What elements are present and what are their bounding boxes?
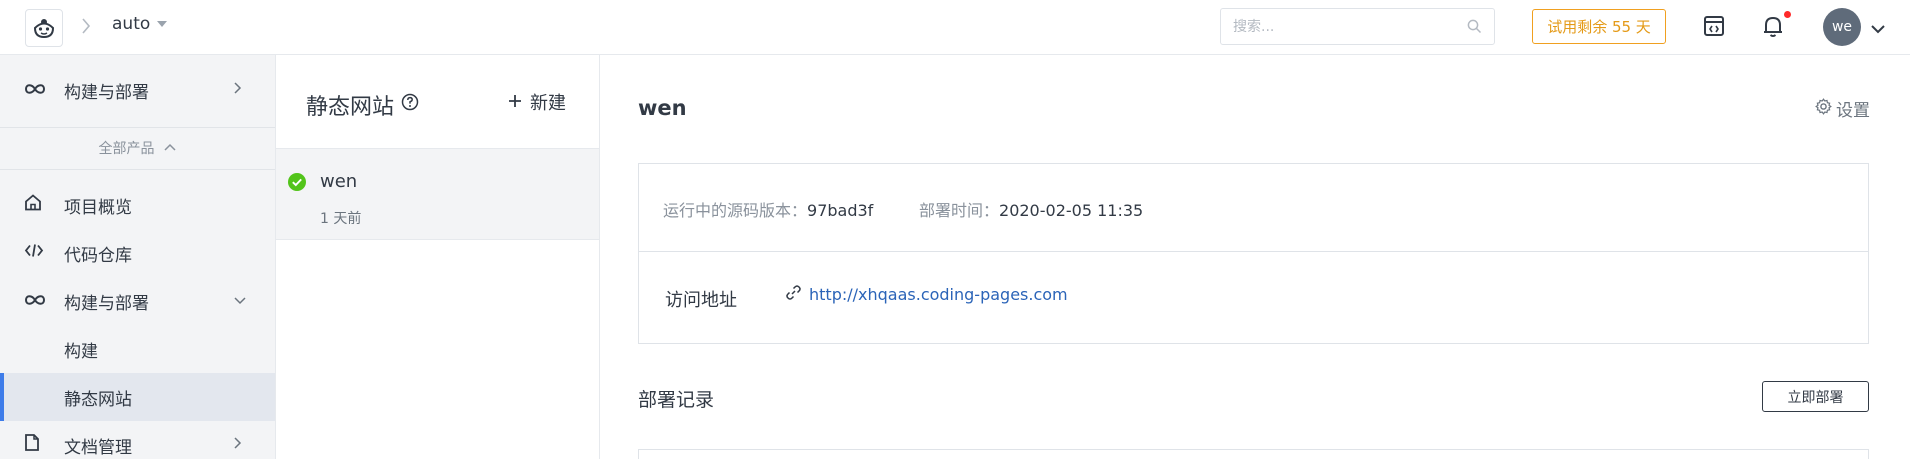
bell-icon[interactable]: [1762, 14, 1784, 43]
sidebar: 构建与部署 全部产品 项目概览 代码仓库 构建与部署 构建 静态网站 文档管理: [0, 55, 276, 459]
infinity-icon: [24, 80, 46, 100]
workspace-icon[interactable]: [1702, 14, 1726, 43]
site-list-item[interactable]: wen 1 天前: [276, 148, 599, 240]
sidebar-item-label: 构建: [64, 341, 98, 362]
search-box[interactable]: [1220, 8, 1495, 45]
source-version-label: 运行中的源码版本：: [663, 201, 808, 220]
source-version: 运行中的源码版本：97bad3f: [663, 197, 873, 221]
sidebar-item-overview[interactable]: 项目概览: [0, 181, 275, 229]
deploy-records-title: 部署记录: [638, 389, 715, 411]
chevron-right-icon: [233, 435, 243, 455]
search-input[interactable]: [1221, 9, 1451, 44]
chevron-up-icon: [163, 140, 177, 156]
new-site-label: 新建: [530, 93, 566, 114]
notification-dot: [1783, 10, 1792, 19]
plus-icon: [508, 92, 522, 113]
coding-logo-icon[interactable]: [25, 9, 63, 47]
all-products-toggle[interactable]: 全部产品: [0, 127, 275, 169]
gear-icon: [1815, 97, 1832, 120]
sidebar-item-label: 静态网站: [64, 389, 132, 410]
deploy-now-button[interactable]: 立即部署: [1762, 381, 1869, 412]
new-site-button[interactable]: 新建: [508, 89, 566, 115]
sidebar-item-build-deploy[interactable]: 构建与部署: [0, 277, 275, 325]
chevron-down-icon[interactable]: [1870, 20, 1886, 40]
sidebar-item-docs[interactable]: 文档管理: [0, 421, 275, 459]
settings-button[interactable]: 设置: [1815, 96, 1870, 121]
sidebar-item-label: 构建与部署: [64, 82, 149, 103]
avatar[interactable]: we: [1823, 8, 1861, 46]
source-version-value: 97bad3f: [807, 201, 874, 220]
access-url-link[interactable]: http://xhqaas.coding-pages.com: [786, 285, 1068, 304]
site-list-title: 静态网站: [306, 95, 395, 120]
search-icon[interactable]: [1467, 19, 1482, 39]
settings-label: 设置: [1836, 101, 1870, 121]
sidebar-item-code-repo[interactable]: 代码仓库: [0, 229, 275, 277]
sidebar-item-static-site[interactable]: 静态网站: [0, 373, 275, 421]
deploy-time-label: 部署时间：: [919, 201, 1000, 220]
sidebar-item-label: 文档管理: [64, 437, 132, 458]
code-icon: [24, 243, 44, 264]
deploy-time: 部署时间：2020-02-05 11:35: [919, 197, 1143, 221]
link-icon: [786, 285, 801, 304]
trial-badge[interactable]: 试用剩余 55 天: [1532, 9, 1666, 44]
access-url: http://xhqaas.coding-pages.com: [809, 285, 1068, 304]
sidebar-item-label: 代码仓库: [64, 245, 132, 266]
site-list-panel: 静态网站 新建 wen 1 天前: [276, 55, 600, 459]
deploy-time-value: 2020-02-05 11:35: [999, 201, 1144, 220]
breadcrumb-chevron-icon: [80, 16, 92, 41]
deploy-meta-row: 运行中的源码版本：97bad3f 部署时间：2020-02-05 11:35: [639, 164, 1868, 252]
home-icon: [24, 194, 42, 217]
document-icon: [24, 433, 40, 457]
site-name: wen: [320, 171, 358, 192]
site-detail-title: wen: [638, 96, 687, 120]
site-updated-time: 1 天前: [320, 211, 362, 227]
sidebar-item-build-deploy-pinned[interactable]: 构建与部署: [0, 66, 275, 114]
deploy-records-table: [638, 449, 1869, 459]
help-icon[interactable]: [401, 93, 419, 116]
sidebar-item-label: 项目概览: [64, 197, 132, 218]
site-info-card: 运行中的源码版本：97bad3f 部署时间：2020-02-05 11:35 访…: [638, 163, 1869, 344]
sidebar-item-build[interactable]: 构建: [0, 325, 275, 373]
caret-down-icon[interactable]: [157, 21, 167, 27]
infinity-icon: [24, 291, 46, 311]
chevron-right-icon: [233, 80, 243, 100]
divider: [0, 169, 275, 170]
top-bar: auto 试用剩余 55 天 we: [0, 0, 1910, 55]
access-address-label: 访问地址: [665, 290, 737, 311]
project-switcher[interactable]: auto: [112, 14, 150, 34]
all-products-label: 全部产品: [98, 141, 155, 157]
success-check-icon: [288, 173, 306, 196]
sidebar-item-label: 构建与部署: [64, 293, 149, 314]
chevron-down-icon: [233, 291, 247, 311]
